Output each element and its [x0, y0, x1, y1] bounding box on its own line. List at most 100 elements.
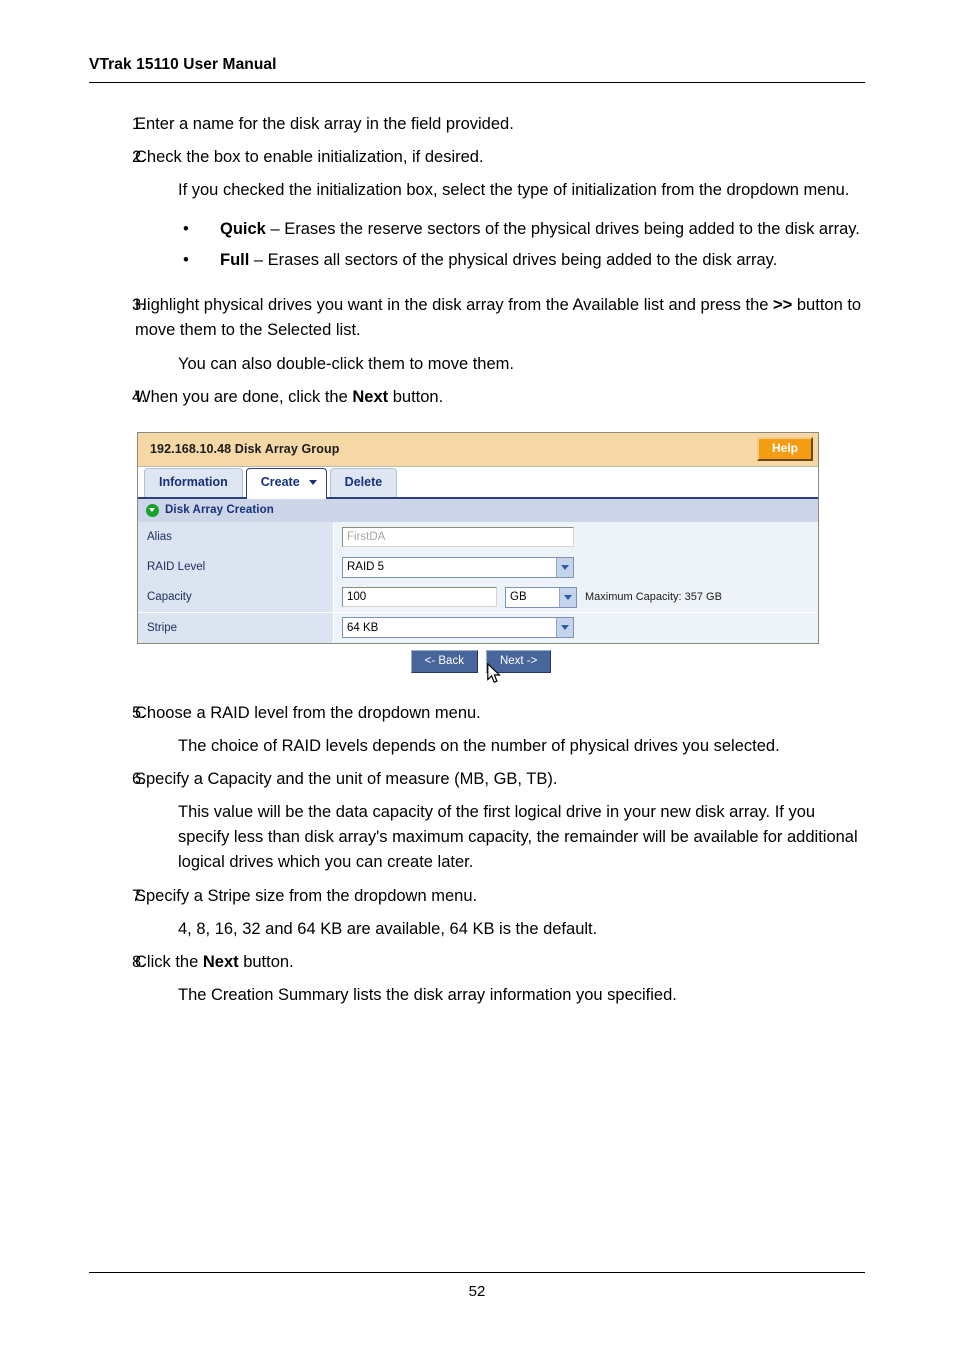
bullet-quick-term: Quick — [220, 220, 266, 239]
step-8-emphasis: Next — [202, 952, 239, 971]
chevron-down-icon[interactable] — [556, 618, 573, 638]
raid-level-select[interactable]: RAID 5 — [342, 556, 574, 578]
step-6: 6. Specify a Capacity and the unit of me… — [89, 767, 865, 792]
step-4-emphasis: Next — [352, 387, 389, 406]
step-4-text-c: button. — [388, 387, 444, 406]
step-3-emphasis: >> — [773, 296, 793, 315]
raid-level-value: RAID 5 — [347, 561, 385, 574]
step-5-number: 5. — [132, 704, 146, 723]
running-title: VTrak 15110 User Manual — [89, 56, 277, 73]
capacity-input[interactable]: 100 — [342, 587, 497, 608]
step-5-note: The choice of RAID levels depends on the… — [178, 737, 780, 756]
form-row-stripe: Stripe 64 KB — [138, 612, 818, 643]
step-8-number: 8. — [132, 952, 146, 971]
tab-bar: Information Create Delete — [138, 466, 818, 499]
back-button[interactable]: <- Back — [410, 649, 478, 674]
bullet-quick-text: Quick – Erases the reserve sectors of th… — [220, 217, 865, 242]
step-3-number: 3. — [132, 296, 146, 315]
step-3-text: Highlight physical drives you want in th… — [135, 293, 865, 343]
bullet-marker: • — [183, 251, 189, 270]
step-8: 8. Click the Next button. — [89, 950, 865, 975]
maximum-capacity-hint: Maximum Capacity: 357 GB — [585, 591, 722, 604]
wizard-button-row: <- Back Next -> — [137, 649, 819, 683]
help-button[interactable]: Help — [756, 437, 813, 462]
step-4-number: 4. — [132, 387, 146, 406]
step-3-note: You can also double-click them to move t… — [178, 354, 514, 373]
step-2: 2. Check the box to enable initializatio… — [89, 145, 865, 170]
raid-level-field-cell: RAID 5 — [334, 552, 818, 583]
stripe-select[interactable]: 64 KB — [342, 617, 574, 639]
step-6-text: Specify a Capacity and the unit of measu… — [135, 770, 558, 789]
bullet-full-text: Full – Erases all sectors of the physica… — [220, 248, 865, 273]
header-divider — [89, 82, 865, 83]
step-2-text: Check the box to enable initialization, … — [135, 148, 484, 167]
capacity-field-cell: 100 GB Maximum Capacity: 357 GB — [334, 582, 818, 613]
step-5: 5. Choose a RAID level from the dropdown… — [89, 701, 865, 726]
step-2-number: 2. — [132, 148, 146, 167]
bullet-quick-rest: – Erases the reserve sectors of the phys… — [265, 220, 860, 239]
step-1: 1. Enter a name for the disk array in th… — [89, 112, 865, 137]
chevron-down-icon[interactable] — [308, 480, 317, 486]
capacity-label: Capacity — [138, 582, 334, 613]
step-4-text: When you are done, click the Next button… — [135, 385, 865, 410]
section-header-disk-array-creation[interactable]: Disk Array Creation — [138, 498, 818, 523]
step-1-text: Enter a name for the disk array in the f… — [135, 115, 514, 133]
form-row-capacity: Capacity 100 GB Maximum Capacity: 357 GB — [138, 582, 818, 613]
page-content: 1. Enter a name for the disk array in th… — [89, 112, 865, 1016]
page-header: VTrak 15110 User Manual — [89, 56, 865, 83]
step-8-text: Click the Next button. — [135, 950, 865, 975]
bullet-full-term: Full — [220, 251, 250, 270]
step-2-note: If you checked the initialization box, s… — [178, 181, 850, 200]
next-button[interactable]: Next -> — [485, 649, 552, 674]
step-5-text: Choose a RAID level from the dropdown me… — [135, 704, 481, 723]
step-7: 7. Specify a Stripe size from the dropdo… — [89, 884, 865, 909]
capacity-unit-value: GB — [510, 591, 527, 604]
step-7-note: 4, 8, 16, 32 and 64 KB are available, 64… — [178, 919, 598, 938]
chevron-down-icon[interactable] — [556, 557, 573, 577]
section-title: Disk Array Creation — [165, 504, 274, 517]
step-7-number: 7. — [132, 886, 146, 905]
step-8-note: The Creation Summary lists the disk arra… — [178, 985, 677, 1004]
step-6-note: This value will be the data capacity of … — [178, 803, 858, 872]
page-footer: 52 — [89, 1272, 865, 1300]
chevron-down-icon[interactable] — [559, 587, 576, 607]
bullet-full: • Full – Erases all sectors of the physi… — [178, 248, 865, 273]
step-8-text-a: Click the — [135, 952, 203, 971]
manual-page: VTrak 15110 User Manual 1. Enter a name … — [0, 0, 954, 1352]
step-6-number: 6. — [132, 770, 146, 789]
alias-field-cell: FirstDA — [334, 522, 818, 553]
raid-level-label: RAID Level — [138, 552, 334, 583]
alias-placeholder: FirstDA — [347, 531, 386, 544]
app-title: 192.168.10.48 Disk Array Group — [150, 442, 340, 457]
step-8-text-c: button. — [238, 952, 294, 971]
app-title-bar: 192.168.10.48 Disk Array Group Help — [138, 432, 818, 467]
disk-array-group-panel: 192.168.10.48 Disk Array Group Help Info… — [137, 431, 819, 644]
page-number: 52 — [468, 1283, 486, 1300]
step-4: 4. When you are done, click the Next but… — [89, 385, 865, 410]
stripe-label: Stripe — [138, 612, 334, 643]
stripe-value: 64 KB — [347, 621, 379, 634]
step-7-text: Specify a Stripe size from the dropdown … — [135, 886, 478, 905]
step-1-number: 1. — [132, 115, 146, 133]
stripe-field-cell: 64 KB — [334, 612, 818, 643]
form-row-raid-level: RAID Level RAID 5 — [138, 552, 818, 583]
tab-create[interactable]: Create — [245, 468, 327, 499]
collapse-toggle-icon[interactable] — [146, 503, 159, 517]
tab-create-label: Create — [260, 475, 300, 490]
bullet-full-rest: – Erases all sectors of the physical dri… — [249, 251, 778, 270]
tab-delete[interactable]: Delete — [329, 468, 398, 497]
alias-input[interactable]: FirstDA — [342, 527, 574, 548]
tab-information[interactable]: Information — [144, 468, 243, 497]
step-3: 3. Highlight physical drives you want in… — [89, 293, 865, 343]
form-row-alias: Alias FirstDA — [138, 522, 818, 553]
step-3-text-a: Highlight physical drives you want in th… — [135, 296, 774, 315]
step-4-text-a: When you are done, click the — [135, 387, 353, 406]
bullet-marker: • — [183, 220, 189, 239]
capacity-unit-select[interactable]: GB — [505, 586, 577, 608]
embedded-screenshot: 192.168.10.48 Disk Array Group Help Info… — [137, 431, 819, 683]
alias-label: Alias — [138, 522, 334, 553]
bullet-quick: • Quick – Erases the reserve sectors of … — [178, 217, 865, 242]
